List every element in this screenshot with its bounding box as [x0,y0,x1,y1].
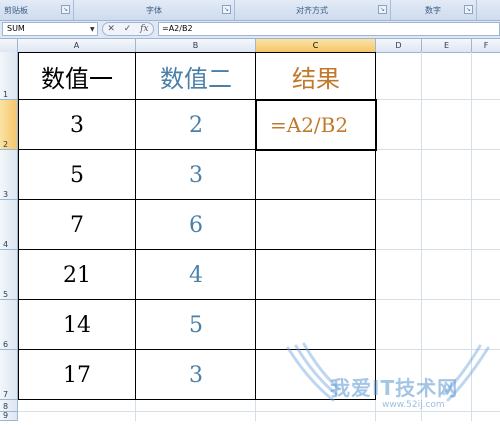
ribbon-group-alignment: 对齐方式 ↘ [234,0,391,20]
ribbon-group-number: 数字 ↘ [390,0,477,20]
formula-input[interactable]: =A2/B2 [158,22,500,36]
cell-a6[interactable]: 14 [18,300,136,350]
row-number: 2 [3,140,9,149]
column-header-f[interactable]: F [472,39,500,52]
ribbon-group-labels: 剪贴板 ↘ 字体 ↘ 对齐方式 ↘ 数字 ↘ [0,0,500,21]
cell-a2[interactable]: 3 [18,100,136,150]
cell-b3[interactable]: 3 [136,150,256,200]
cell-b6[interactable]: 5 [136,300,256,350]
cell-a3[interactable]: 5 [18,150,136,200]
gridline [255,400,256,421]
ribbon-group-clipboard: 剪贴板 ↘ [0,0,74,20]
insert-function-icon[interactable]: fx [140,24,148,34]
row-number: 5 [3,290,9,299]
row-number: 1 [3,90,9,99]
cell-b1[interactable]: 数值二 [136,52,256,100]
column-header-c[interactable]: C [256,39,376,52]
row-number: 7 [3,390,9,399]
row-number: 4 [3,240,9,249]
alignment-dialog-launcher-icon[interactable]: ↘ [378,5,387,14]
font-group-label: 字体 [146,5,162,15]
cell-a1[interactable]: 数值一 [18,52,136,100]
gridline [376,349,500,350]
column-header-a[interactable]: A [18,39,136,52]
row-header-7[interactable]: 7 [0,350,18,400]
gridline [375,400,376,421]
row-header-3[interactable]: 3 [0,150,18,200]
cell-b2[interactable]: 2 [136,100,256,150]
row-number: 6 [3,340,9,349]
gridline [18,411,500,412]
gridline [421,52,422,421]
name-box[interactable]: SUM [2,22,98,36]
row-header-6[interactable]: 6 [0,300,18,350]
font-dialog-launcher-icon[interactable]: ↘ [222,5,231,14]
column-header-d[interactable]: D [376,39,422,52]
row-number: 8 [3,402,9,411]
enter-icon[interactable]: ✓ [124,24,132,34]
formula-buttons: ✕ ✓ fx [102,22,154,36]
row-number: 9 [3,411,9,420]
select-all-corner[interactable] [0,39,18,52]
clipboard-dialog-launcher-icon[interactable]: ↘ [61,5,70,14]
row-header-1[interactable]: 1 [0,52,18,100]
name-box-dropdown-icon[interactable]: ▼ [90,26,95,33]
cell-c1[interactable]: 结果 [256,52,376,100]
cell-a4[interactable]: 7 [18,200,136,250]
clipboard-group-label: 剪贴板 [4,5,28,15]
row-number: 3 [3,190,9,199]
column-header-b[interactable]: B [136,39,256,52]
cancel-icon[interactable]: ✕ [107,24,115,34]
gridline [376,149,500,150]
gridline [376,299,500,300]
cell-a7[interactable]: 17 [18,350,136,400]
cell-c2[interactable]: =A2/B2 [256,100,376,150]
column-header-e[interactable]: E [422,39,472,52]
gridline [376,99,500,100]
cell-b5[interactable]: 4 [136,250,256,300]
gridline [135,400,136,421]
row-header-5[interactable]: 5 [0,250,18,300]
gridline [376,199,500,200]
formula-bar: SUM ▼ ✕ ✓ fx =A2/B2 [0,21,500,39]
cell-b4[interactable]: 6 [136,200,256,250]
watermark-url: www.52ij.com [382,400,445,410]
ribbon-group-font: 字体 ↘ [74,0,235,20]
gridline [376,249,500,250]
column-header-bar: A B C D E F [0,39,500,53]
alignment-group-label: 对齐方式 [296,5,328,15]
gridline [471,52,472,421]
cell-a5[interactable]: 21 [18,250,136,300]
number-group-label: 数字 [425,5,441,15]
row-header-9[interactable]: 9 [0,411,18,421]
row-header-2[interactable]: 2 [0,100,18,150]
row-header-4[interactable]: 4 [0,200,18,250]
cell-b7[interactable]: 3 [136,350,256,400]
number-dialog-launcher-icon[interactable]: ↘ [464,5,473,14]
